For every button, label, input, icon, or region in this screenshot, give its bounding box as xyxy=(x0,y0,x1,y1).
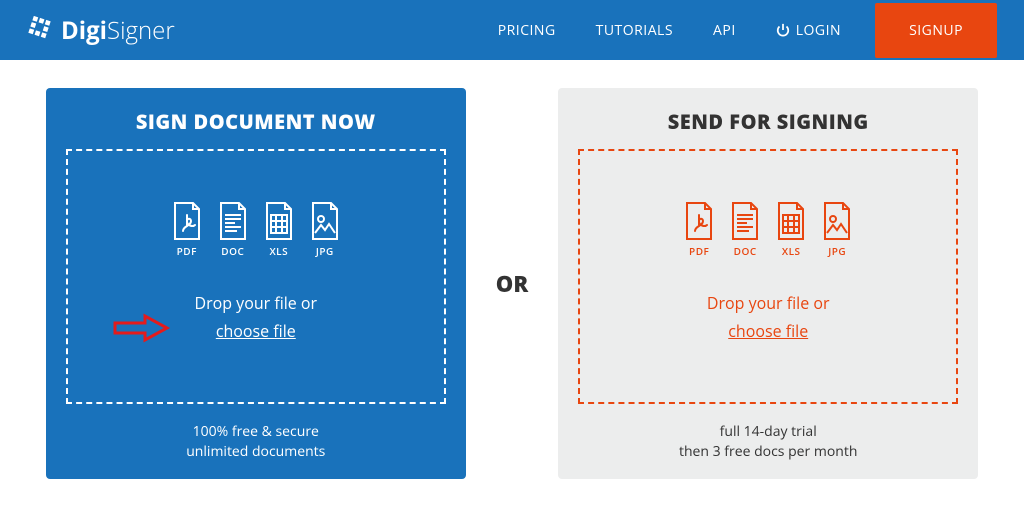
logo[interactable]: DigiSigner xyxy=(27,14,175,47)
xls-icon xyxy=(775,201,807,241)
pdf-icon xyxy=(171,201,203,241)
send-drop-text: Drop your file or xyxy=(580,292,956,314)
sign-drop-text: Drop your file or xyxy=(68,292,444,314)
arrow-annotation-icon xyxy=(112,313,172,343)
or-divider: OR xyxy=(496,269,528,299)
logo-text: DigiSigner xyxy=(61,14,175,47)
logo-icon xyxy=(27,16,55,44)
nav-tutorials[interactable]: TUTORIALS xyxy=(576,21,693,40)
nav-pricing[interactable]: PRICING xyxy=(478,21,576,40)
send-file-icons: PDF DOC XLS JPG xyxy=(580,201,956,258)
power-icon xyxy=(776,23,790,37)
doc-icon xyxy=(217,201,249,241)
nav: PRICING TUTORIALS API LOGIN SIGNUP xyxy=(478,3,997,58)
signup-button[interactable]: SIGNUP xyxy=(875,3,997,58)
nav-login[interactable]: LOGIN xyxy=(756,21,861,40)
xls-icon xyxy=(263,201,295,241)
header-bar: DigiSigner PRICING TUTORIALS API LOGIN S… xyxy=(0,0,1024,60)
send-card-title: SEND FOR SIGNING xyxy=(578,108,958,135)
jpg-icon xyxy=(309,201,341,241)
sign-choose-file-link[interactable]: choose file xyxy=(216,320,296,342)
sign-file-icons: PDF DOC XLS JPG xyxy=(68,201,444,258)
send-for-signing-card: SEND FOR SIGNING PDF DOC XLS JPG xyxy=(558,88,978,479)
sign-footer: 100% free & secure unlimited documents xyxy=(66,422,446,461)
main-content: SIGN DOCUMENT NOW PDF DOC XLS JPG xyxy=(0,60,1024,479)
send-footer: full 14-day trial then 3 free docs per m… xyxy=(578,422,958,461)
doc-icon xyxy=(729,201,761,241)
nav-api[interactable]: API xyxy=(693,21,756,40)
sign-document-card: SIGN DOCUMENT NOW PDF DOC XLS JPG xyxy=(46,88,466,479)
jpg-icon xyxy=(821,201,853,241)
sign-dropzone[interactable]: PDF DOC XLS JPG Drop your file or choose… xyxy=(66,149,446,404)
pdf-icon xyxy=(683,201,715,241)
send-choose-file-link[interactable]: choose file xyxy=(728,320,808,342)
send-dropzone[interactable]: PDF DOC XLS JPG Drop your file or choose… xyxy=(578,149,958,404)
sign-card-title: SIGN DOCUMENT NOW xyxy=(66,108,446,135)
